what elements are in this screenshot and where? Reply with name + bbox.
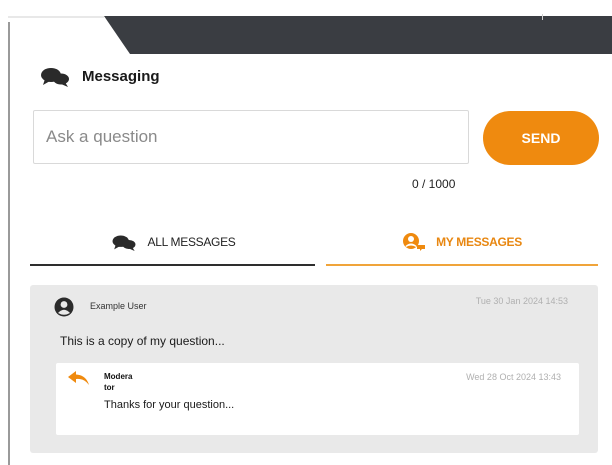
message-timestamp: Tue 30 Jan 2024 14:53 [475, 296, 568, 306]
tab-my-messages[interactable]: MY MESSAGES [326, 220, 598, 266]
reply-arrow-icon [68, 371, 89, 385]
tab-my-messages-label: MY MESSAGES [436, 235, 522, 249]
page-title: Messaging [82, 67, 160, 85]
top-dark-band [104, 16, 612, 54]
tab-all-messages[interactable]: ALL MESSAGES [30, 220, 315, 266]
reply-text: Thanks for your question... [104, 399, 235, 411]
chat-bubbles-icon [41, 68, 69, 87]
left-edge-line [8, 22, 10, 465]
message-text: This is a copy of my question... [60, 334, 225, 348]
tab-all-messages-label: ALL MESSAGES [147, 235, 236, 249]
reply-card: Moderator Wed 28 Oct 2024 13:43 Thanks f… [56, 363, 579, 435]
message-thread: Example User Tue 30 Jan 2024 14:53 This … [30, 285, 598, 453]
reply-author: Moderator [104, 372, 133, 392]
top-edge [8, 16, 104, 18]
user-chat-icon [403, 233, 426, 251]
user-avatar-icon [54, 297, 74, 317]
send-button[interactable]: SEND [483, 111, 599, 165]
message-author: Example User [90, 301, 147, 311]
reply-timestamp: Wed 28 Oct 2024 13:43 [466, 372, 561, 382]
question-input[interactable] [33, 110, 469, 164]
messaging-header: Messaging [40, 64, 160, 88]
chat-bubbles-icon [112, 235, 135, 251]
top-divider [542, 14, 543, 20]
character-counter: 0 / 1000 [412, 177, 456, 191]
messaging-widget: Messaging SEND 0 / 1000 ALL MESSAGES MY … [0, 0, 612, 465]
